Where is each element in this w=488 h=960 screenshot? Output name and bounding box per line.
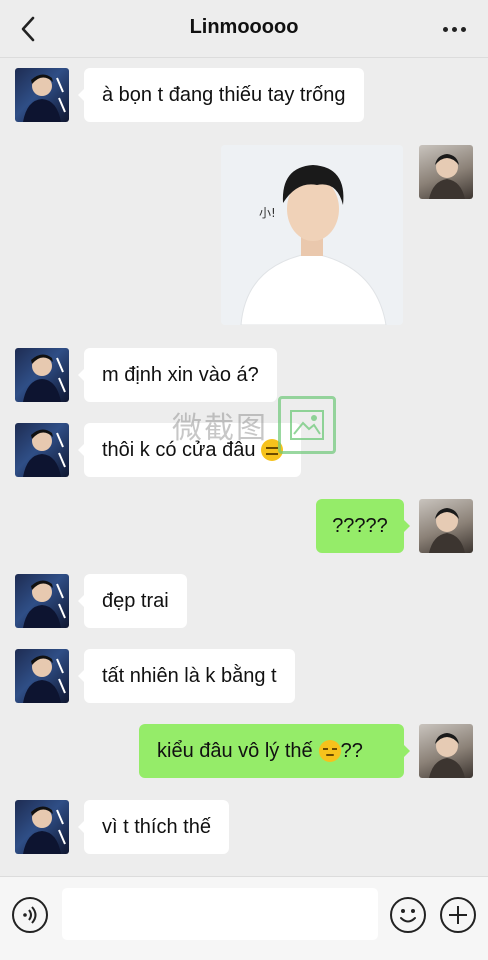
- chevron-left-icon: [21, 16, 35, 42]
- message-bubble-received[interactable]: m định xin vào á?: [78, 348, 277, 402]
- message-text: đẹp trai: [102, 589, 169, 612]
- message-bubble-sent[interactable]: ?????: [316, 499, 410, 553]
- neutral-face-icon: [261, 439, 284, 461]
- message-text: vì t thích thế: [102, 815, 211, 838]
- contact-avatar[interactable]: [15, 348, 69, 402]
- message-text: kiểu đâu vô lý thế: [157, 739, 313, 762]
- emoji-button[interactable]: [390, 897, 426, 933]
- message-bubble-received[interactable]: vì t thích thế: [78, 800, 229, 854]
- dot-icon: [460, 26, 466, 32]
- my-avatar[interactable]: [419, 724, 473, 778]
- message-text: tất nhiên là k bằng t: [102, 664, 277, 687]
- contact-avatar[interactable]: [15, 800, 69, 854]
- message-text: ?????: [332, 514, 388, 537]
- unamused-face-icon: [318, 740, 341, 762]
- message-bubble-received[interactable]: đẹp trai: [78, 574, 187, 628]
- message-bubble-received[interactable]: tất nhiên là k bằng t: [78, 649, 295, 703]
- chat-header: Linmooooo: [0, 0, 488, 58]
- dot-icon: [451, 26, 457, 32]
- message-text: thôi k có cửa đâu: [102, 438, 256, 461]
- voice-icon: [23, 906, 37, 924]
- my-avatar[interactable]: [419, 145, 473, 199]
- contact-avatar[interactable]: [15, 68, 69, 122]
- my-avatar[interactable]: [419, 499, 473, 553]
- message-suffix: ??: [340, 739, 363, 762]
- image-caption: 小!: [259, 206, 276, 220]
- smiley-icon: [400, 909, 416, 923]
- contact-avatar[interactable]: [15, 423, 69, 477]
- message-bubble-received[interactable]: à bọn t đang thiếu tay trống: [78, 68, 364, 122]
- chat-title: Linmooooo: [189, 16, 299, 38]
- message-input[interactable]: [62, 888, 378, 940]
- contact-avatar[interactable]: [15, 649, 69, 703]
- input-bar: [0, 876, 488, 960]
- message-text: à bọn t đang thiếu tay trống: [102, 83, 346, 106]
- dot-icon: [442, 26, 448, 32]
- message-bubble-received[interactable]: thôi k có cửa đâu: [77, 423, 302, 477]
- more-options-button[interactable]: [434, 14, 474, 44]
- contact-avatar[interactable]: [15, 574, 69, 628]
- back-button[interactable]: [14, 14, 42, 44]
- message-image[interactable]: 小!: [221, 145, 403, 325]
- voice-input-button[interactable]: [12, 897, 48, 933]
- more-actions-button[interactable]: [440, 897, 476, 933]
- message-text: m định xin vào á?: [102, 363, 259, 386]
- message-bubble-sent[interactable]: kiểu đâu vô lý thế ??: [139, 724, 410, 778]
